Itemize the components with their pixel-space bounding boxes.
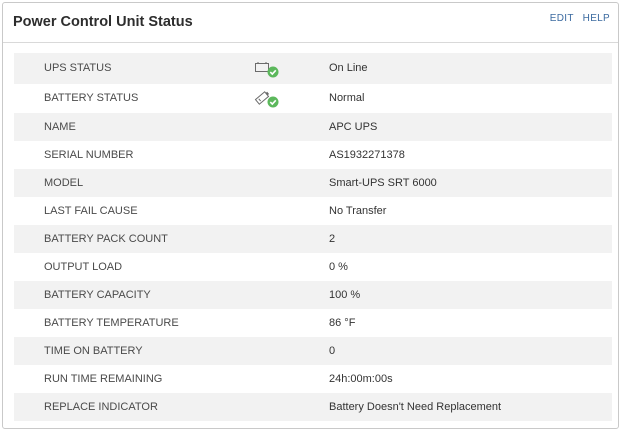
row-label: BATTERY STATUS	[44, 92, 139, 104]
table-row-serial-number: SERIAL NUMBER AS1932271378	[14, 141, 612, 169]
table-row-run-time-remaining: RUN TIME REMAINING 24h:00m:00s	[14, 365, 612, 393]
table-row-replace-indicator: REPLACE INDICATOR Battery Doesn't Need R…	[14, 393, 612, 421]
table-row-model: MODEL Smart-UPS SRT 6000	[14, 169, 612, 197]
table-row-output-load: OUTPUT LOAD 0 %	[14, 253, 612, 281]
row-label: REPLACE INDICATOR	[44, 401, 158, 413]
table-row-name: NAME APC UPS	[14, 113, 612, 141]
battery-normal-check-icon	[254, 90, 282, 108]
row-value: 86 °F	[329, 317, 356, 329]
table-row-battery-pack-count: BATTERY PACK COUNT 2	[14, 225, 612, 253]
table-row-time-on-battery: TIME ON BATTERY 0	[14, 337, 612, 365]
row-value: Smart-UPS SRT 6000	[329, 177, 437, 189]
row-value: 0 %	[329, 261, 348, 273]
row-label: LAST FAIL CAUSE	[44, 205, 138, 217]
row-label: TIME ON BATTERY	[44, 345, 143, 357]
row-value: 24h:00m:00s	[329, 373, 393, 385]
row-label: SERIAL NUMBER	[44, 149, 134, 161]
row-label: MODEL	[44, 177, 84, 189]
table-row-ups-status: UPS STATUS On Line	[14, 53, 612, 84]
panel-header: Power Control Unit Status EDIT HELP	[3, 3, 618, 43]
row-value: 2	[329, 233, 336, 245]
row-value: On Line	[329, 62, 368, 74]
panel-title: Power Control Unit Status	[13, 14, 193, 30]
header-actions: EDIT HELP	[544, 13, 610, 24]
ups-online-check-icon	[254, 60, 282, 78]
status-table: UPS STATUS On Line BATTERY STATUS Normal…	[14, 53, 612, 421]
row-value: No Transfer	[329, 205, 387, 217]
table-row-battery-capacity: BATTERY CAPACITY 100 %	[14, 281, 612, 309]
row-label: BATTERY TEMPERATURE	[44, 317, 179, 329]
row-label: BATTERY PACK COUNT	[44, 233, 168, 245]
table-row-battery-temperature: BATTERY TEMPERATURE 86 °F	[14, 309, 612, 337]
row-value: Battery Doesn't Need Replacement	[329, 401, 502, 413]
power-control-unit-status-panel: Power Control Unit Status EDIT HELP UPS …	[2, 2, 619, 429]
row-value: 100 %	[329, 289, 361, 301]
row-value: 0	[329, 345, 336, 357]
table-row-battery-status: BATTERY STATUS Normal	[14, 84, 612, 113]
row-label: NAME	[44, 121, 76, 133]
row-label: BATTERY CAPACITY	[44, 289, 151, 301]
row-label: OUTPUT LOAD	[44, 261, 123, 273]
edit-link[interactable]: EDIT	[550, 13, 574, 24]
row-value: APC UPS	[329, 121, 378, 133]
table-row-last-fail-cause: LAST FAIL CAUSE No Transfer	[14, 197, 612, 225]
row-label: RUN TIME REMAINING	[44, 373, 163, 385]
row-label: UPS STATUS	[44, 62, 112, 74]
help-link[interactable]: HELP	[583, 13, 610, 24]
row-value: Normal	[329, 92, 365, 104]
row-value: AS1932271378	[329, 149, 405, 161]
